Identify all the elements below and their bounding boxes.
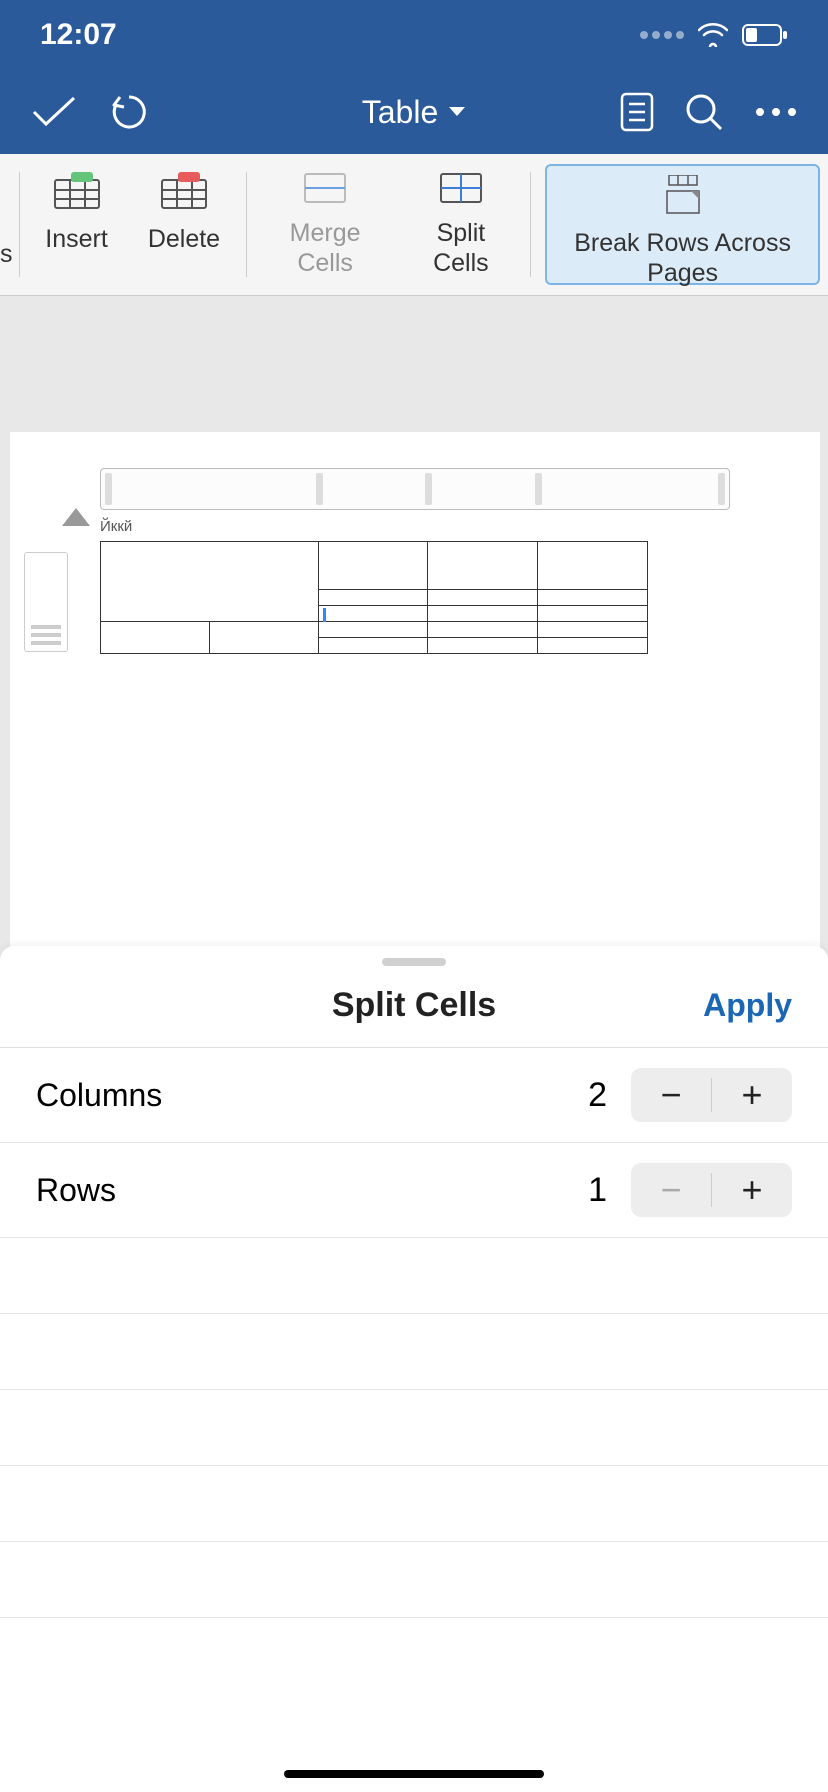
sheet-header: Split Cells Apply xyxy=(0,986,828,1048)
ribbon-split-label: Split Cells xyxy=(417,218,504,278)
more-icon[interactable] xyxy=(754,106,798,118)
columns-row: Columns 2 − + xyxy=(0,1048,828,1143)
rows-stepper: − + xyxy=(631,1163,792,1217)
document-table[interactable] xyxy=(100,541,648,654)
ribbon: s Insert Delete Merge Cells Split Cells … xyxy=(0,154,828,296)
columns-increment-button[interactable]: + xyxy=(712,1068,792,1122)
merge-cells-icon xyxy=(301,172,349,204)
delete-table-icon xyxy=(160,172,208,210)
sheet-empty-row xyxy=(0,1466,828,1542)
ribbon-partial-left: s xyxy=(0,162,13,287)
ribbon-split-cells[interactable]: Split Cells xyxy=(397,162,524,287)
ribbon-insert[interactable]: Insert xyxy=(25,162,128,287)
rows-row: Rows 1 − + xyxy=(0,1143,828,1238)
columns-decrement-button[interactable]: − xyxy=(631,1068,711,1122)
ribbon-merge-label: Merge Cells xyxy=(273,218,377,278)
sheet-empty-row xyxy=(0,1238,828,1314)
reading-view-icon[interactable] xyxy=(620,92,654,132)
sheet-empty-row xyxy=(0,1542,828,1618)
nav-bar: Table xyxy=(0,70,828,154)
ribbon-delete[interactable]: Delete xyxy=(128,162,240,287)
sheet-empty-row xyxy=(0,1390,828,1466)
status-right xyxy=(640,23,788,47)
context-label: Table xyxy=(362,94,439,131)
indent-marker-icon[interactable] xyxy=(62,508,90,526)
rows-increment-button[interactable]: + xyxy=(712,1163,792,1217)
document-area[interactable]: Йккй xyxy=(0,296,828,946)
insert-table-icon xyxy=(53,172,101,210)
apply-button[interactable]: Apply xyxy=(692,987,792,1024)
rows-label: Rows xyxy=(36,1172,588,1209)
ribbon-break-rows[interactable]: Break Rows Across Pages xyxy=(545,164,820,285)
undo-icon[interactable] xyxy=(108,91,150,133)
split-cells-sheet: Split Cells Apply Columns 2 − + Rows 1 −… xyxy=(0,946,828,1792)
break-rows-icon xyxy=(659,176,707,214)
battery-icon xyxy=(742,24,788,46)
cellular-icon xyxy=(640,31,684,39)
document-page[interactable]: Йккй xyxy=(10,432,820,952)
home-indicator[interactable] xyxy=(284,1770,544,1778)
done-icon[interactable] xyxy=(30,94,78,130)
ribbon-delete-label: Delete xyxy=(148,224,220,254)
split-cells-icon xyxy=(437,172,485,204)
status-time: 12:07 xyxy=(40,18,117,52)
rows-value: 1 xyxy=(588,1171,607,1210)
wifi-icon xyxy=(698,23,728,47)
sheet-title: Split Cells xyxy=(136,986,692,1025)
ribbon-insert-label: Insert xyxy=(45,224,108,254)
horizontal-ruler[interactable] xyxy=(100,468,730,510)
ribbon-break-label: Break Rows Across Pages xyxy=(567,228,798,288)
rows-decrement-button[interactable]: − xyxy=(631,1163,711,1217)
search-icon[interactable] xyxy=(684,92,724,132)
text-cursor xyxy=(323,608,326,622)
page-thumbnail[interactable] xyxy=(24,552,68,652)
sheet-empty-row xyxy=(0,1314,828,1390)
document-text[interactable]: Йккй xyxy=(100,518,730,535)
status-bar: 12:07 xyxy=(0,0,828,70)
context-dropdown[interactable]: Table xyxy=(286,94,542,131)
columns-value: 2 xyxy=(588,1076,607,1115)
ribbon-merge-cells: Merge Cells xyxy=(253,162,397,287)
sheet-handle[interactable] xyxy=(382,958,446,966)
chevron-down-icon xyxy=(448,106,466,118)
columns-label: Columns xyxy=(36,1077,588,1114)
columns-stepper: − + xyxy=(631,1068,792,1122)
